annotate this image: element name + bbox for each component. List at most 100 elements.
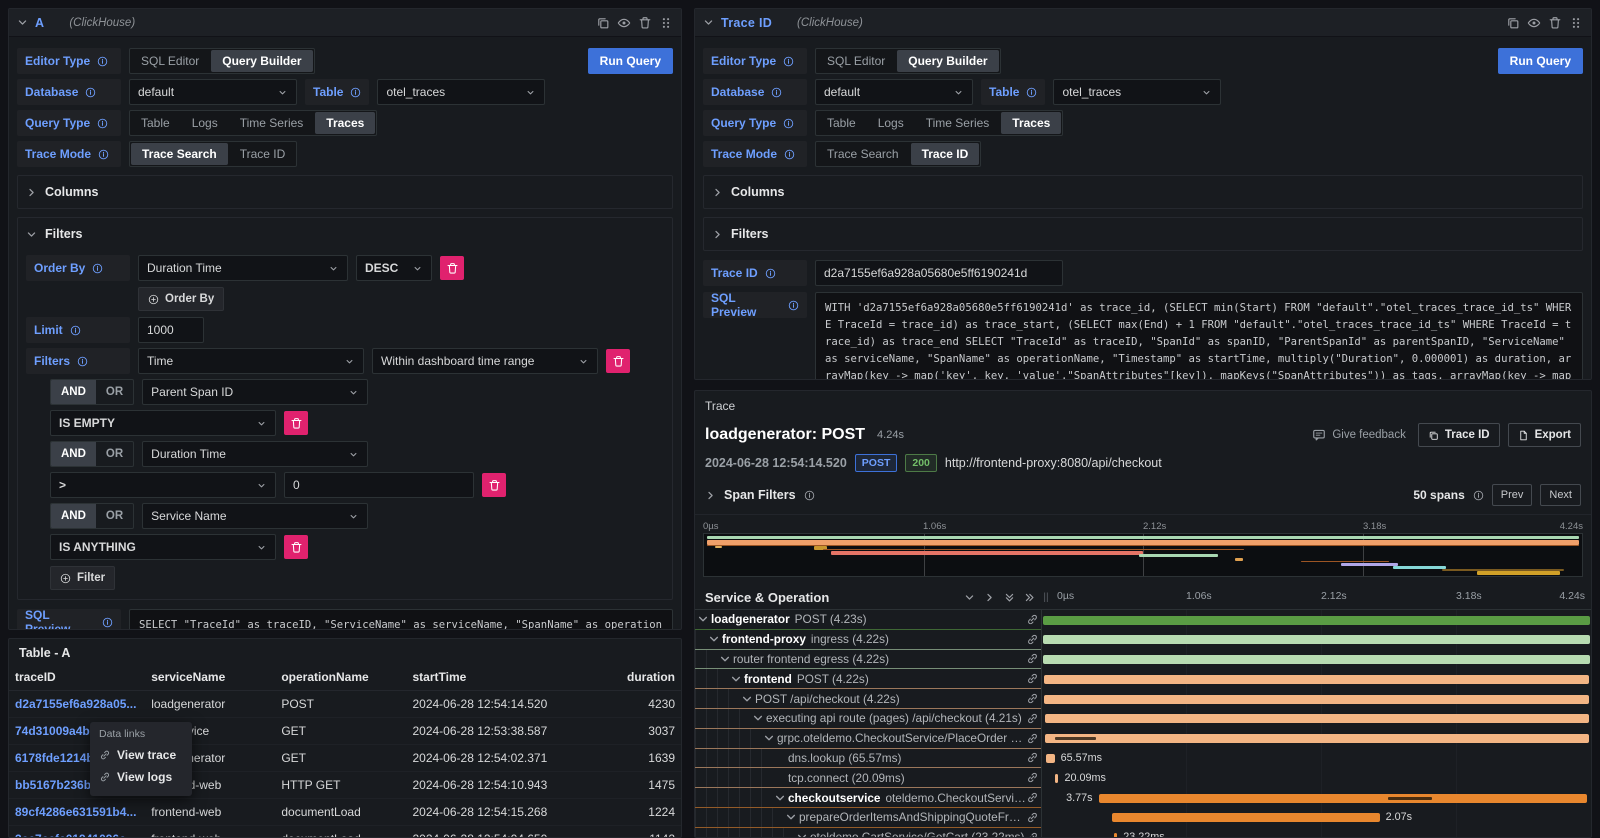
minimap-canvas[interactable] [703, 533, 1583, 577]
span-duration-bar[interactable] [1044, 675, 1590, 684]
span-toggle-chevron-icon[interactable] [774, 792, 786, 804]
span-link-icon[interactable] [1026, 831, 1039, 838]
info-icon[interactable] [1026, 87, 1037, 98]
trace-mode-search[interactable]: Trace Search [816, 142, 910, 166]
trace-mode-search[interactable]: Trace Search [131, 143, 228, 165]
span-bar-cell[interactable] [1041, 630, 1591, 650]
view-logs-link[interactable]: View logs [99, 766, 183, 788]
filter-operator-select[interactable]: IS EMPTY [50, 410, 276, 436]
span-duration-bar[interactable] [1043, 655, 1590, 664]
add-order-by-button[interactable]: Order By [138, 287, 224, 311]
span-toggle-chevron-icon[interactable] [763, 732, 775, 744]
info-icon[interactable] [771, 87, 782, 98]
span-bar-cell[interactable] [1041, 669, 1591, 689]
span-toggle-chevron-icon[interactable] [719, 653, 731, 665]
span-name-cell[interactable]: dns.lookup (65.57ms) [695, 749, 1041, 769]
filter-value-select[interactable]: Within dashboard time range [372, 348, 598, 374]
query-type-traces[interactable]: Traces [315, 112, 375, 134]
span-name-cell[interactable]: POST /api/checkout (4.22s) [695, 689, 1041, 709]
and-option[interactable]: AND [51, 380, 96, 404]
span-link-icon[interactable] [1026, 751, 1039, 764]
filters-section-toggle[interactable]: Filters [26, 223, 664, 245]
query-builder-option[interactable]: Query Builder [897, 50, 998, 72]
query-type-logs[interactable]: Logs [181, 111, 229, 135]
chevron-down-icon[interactable] [17, 17, 28, 28]
info-icon[interactable] [70, 325, 81, 336]
span-name-cell[interactable]: oteldemo.CartService/GetCart (23.22ms) [695, 828, 1041, 838]
span-link-icon[interactable] [1026, 791, 1039, 804]
span-duration-bar[interactable] [1112, 813, 1380, 822]
duplicate-query-icon[interactable] [596, 16, 610, 30]
span-link-icon[interactable] [1026, 672, 1039, 685]
query-builder-option[interactable]: Query Builder [211, 50, 312, 72]
filter-operator-select[interactable]: IS ANYTHING [50, 534, 276, 560]
trace-minimap[interactable]: 0µs1.06s2.12s3.18s4.24s [703, 521, 1583, 577]
span-bar-cell[interactable] [1041, 650, 1591, 670]
span-duration-bar[interactable] [1043, 616, 1590, 625]
duplicate-query-icon[interactable] [1506, 16, 1520, 30]
info-icon[interactable] [77, 356, 88, 367]
sql-editor-option[interactable]: SQL Editor [130, 49, 210, 73]
span-row[interactable]: executing api route (pages) /api/checkou… [695, 709, 1591, 729]
span-bar-cell[interactable] [1041, 610, 1591, 630]
span-toggle-chevron-icon[interactable] [796, 831, 808, 838]
trace-mode-traceid[interactable]: Trace ID [911, 143, 980, 165]
chevron-right-icon[interactable] [705, 490, 716, 501]
span-row[interactable]: tcp.connect (20.09ms)20.09ms [695, 768, 1591, 788]
span-duration-bar[interactable] [1044, 695, 1590, 704]
chevron-down-icon[interactable] [703, 17, 714, 28]
toggle-visibility-icon[interactable] [1527, 16, 1541, 30]
limit-input[interactable]: 1000 [138, 317, 204, 343]
span-toggle-chevron-icon[interactable] [785, 811, 797, 823]
query-type-timeseries[interactable]: Time Series [229, 111, 315, 135]
column-resizer-handle[interactable]: || [1041, 585, 1051, 609]
filter-field-select[interactable]: Time [138, 348, 364, 374]
span-duration-bar[interactable] [1043, 635, 1590, 644]
span-toggle-chevron-icon[interactable] [708, 633, 720, 645]
span-bar-cell[interactable]: 3.77s [1041, 788, 1591, 808]
or-option[interactable]: OR [96, 380, 133, 404]
prev-button[interactable]: Prev [1492, 484, 1533, 506]
info-icon[interactable] [350, 87, 361, 98]
remove-order-by-button[interactable] [440, 256, 464, 280]
remove-filter-button[interactable] [284, 411, 308, 435]
delete-query-icon[interactable] [638, 16, 652, 30]
span-toggle-chevron-icon[interactable] [752, 712, 764, 724]
span-row[interactable]: loadgeneratorPOST (4.23s) [695, 610, 1591, 630]
span-link-icon[interactable] [1026, 732, 1039, 745]
span-row[interactable]: oteldemo.CartService/GetCart (23.22ms)23… [695, 828, 1591, 838]
info-icon[interactable] [784, 149, 795, 160]
run-query-button[interactable]: Run Query [588, 48, 673, 74]
query-panel-a-header[interactable]: A (ClickHouse) [9, 9, 681, 37]
columns-section-toggle[interactable]: Columns [712, 181, 1574, 203]
span-bar-cell[interactable]: 20.09ms [1041, 768, 1591, 788]
span-duration-bar[interactable] [1045, 734, 1589, 743]
span-link-icon[interactable] [1026, 771, 1039, 784]
info-icon[interactable] [783, 56, 794, 67]
span-bar-cell[interactable] [1041, 729, 1591, 749]
expand-all-icon[interactable] [1024, 592, 1035, 603]
info-icon[interactable] [804, 490, 815, 501]
span-row[interactable]: dns.lookup (65.57ms)65.57ms [695, 749, 1591, 769]
info-icon[interactable] [98, 149, 109, 160]
span-name-cell[interactable]: frontend-proxyingress (4.22s) [695, 630, 1041, 650]
span-duration-bar[interactable] [1055, 774, 1058, 783]
span-row[interactable]: router frontend egress (4.22s) [695, 650, 1591, 670]
remove-filter-button[interactable] [482, 473, 506, 497]
columns-section-toggle[interactable]: Columns [26, 181, 664, 203]
run-query-button[interactable]: Run Query [1498, 48, 1583, 74]
span-toggle-chevron-icon[interactable] [741, 693, 753, 705]
query-panel-traceid-header[interactable]: Trace ID (ClickHouse) [695, 9, 1591, 37]
span-row[interactable]: frontend-proxyingress (4.22s) [695, 630, 1591, 650]
span-link-icon[interactable] [1026, 811, 1039, 824]
column-header-traceID[interactable]: traceID [9, 664, 145, 691]
span-duration-bar[interactable] [1045, 714, 1589, 723]
span-row[interactable]: checkoutserviceoteldemo.CheckoutService/… [695, 788, 1591, 808]
column-header-serviceName[interactable]: serviceName [145, 664, 275, 691]
trace-id-link[interactable]: d2a7155ef6a928a05... [9, 691, 145, 718]
table-select[interactable]: otel_traces [1053, 79, 1221, 105]
span-link-icon[interactable] [1026, 633, 1039, 646]
query-type-table[interactable]: Table [816, 111, 867, 135]
span-name-cell[interactable]: frontendPOST (4.22s) [695, 669, 1041, 689]
info-icon[interactable] [97, 56, 108, 67]
